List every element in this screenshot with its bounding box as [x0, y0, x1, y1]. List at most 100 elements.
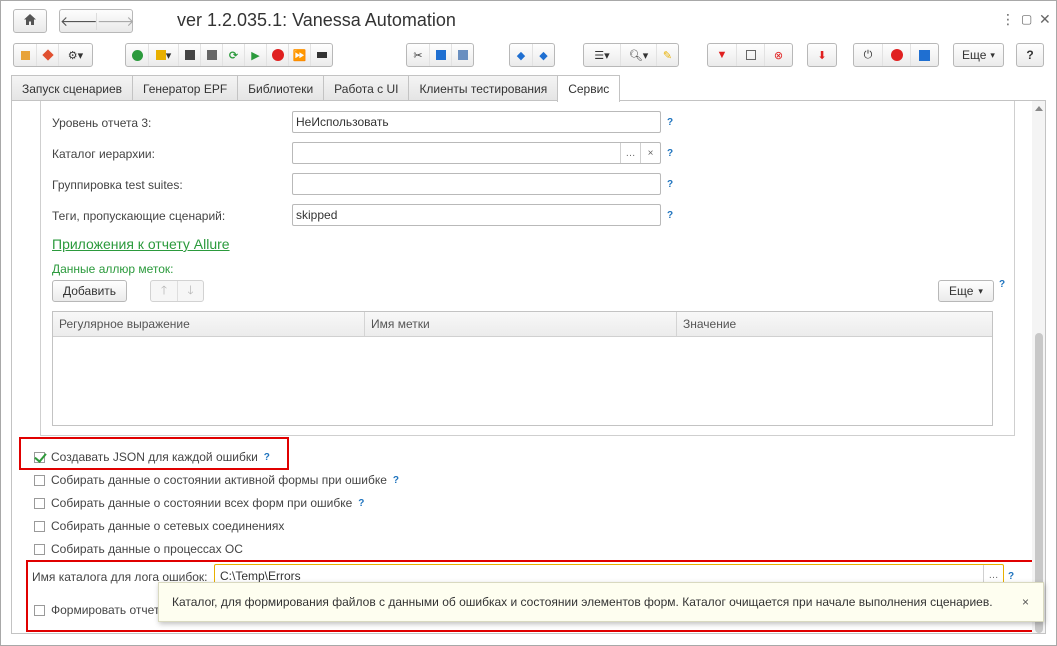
toolbar-group-3: ✂: [406, 43, 474, 67]
clear-field-icon[interactable]: ×: [640, 143, 660, 163]
checkbox-unchecked-icon[interactable]: [34, 520, 45, 532]
toolbar-more-button[interactable]: Еще ▾: [953, 43, 1004, 67]
stop-record-icon[interactable]: [910, 44, 938, 66]
checkbox-unchecked-icon[interactable]: [34, 543, 45, 555]
allure-labels-table[interactable]: Регулярное выражение Имя метки Значение: [52, 311, 993, 426]
report-level3-field[interactable]: НеИспользовать: [292, 111, 661, 133]
scroll-up-icon[interactable]: [1035, 106, 1043, 111]
add-button[interactable]: Добавить: [52, 280, 128, 302]
tooltip: Каталог, для формирования файлов с данны…: [158, 582, 1044, 622]
toolbar-group-2: ▾ ⟳ ▶ ⏩: [125, 43, 333, 67]
column-label-name[interactable]: Имя метки: [365, 312, 677, 336]
step-icon[interactable]: [310, 44, 332, 66]
skip-tags-help[interactable]: ?: [667, 210, 673, 221]
group-border-right: [1014, 101, 1015, 436]
refresh-icon[interactable]: ⟳: [222, 44, 244, 66]
chevron-down-icon: ▾: [990, 49, 995, 60]
tab-run-scenarios[interactable]: Запуск сценариев: [11, 75, 134, 101]
collapse-icon[interactable]: ▼: [708, 44, 736, 66]
group-border-bottom: [40, 435, 1015, 436]
window-menu-icon[interactable]: ⋮: [1001, 11, 1015, 28]
list-dropdown-icon[interactable]: ☰▾: [584, 44, 620, 66]
tab-strip: Запуск сценариев Генератор EPF Библиотек…: [11, 75, 621, 102]
close-icon[interactable]: ×: [1022, 595, 1029, 609]
move-buttons: 🡑 🡓: [150, 280, 204, 302]
copy-icon[interactable]: [429, 44, 451, 66]
settings-dropdown-icon[interactable]: ⚙▾: [58, 44, 92, 66]
cut-icon[interactable]: ✂: [407, 44, 429, 66]
add-icon[interactable]: [126, 44, 148, 66]
vertical-scrollbar[interactable]: [1032, 101, 1045, 633]
group-border-left: [40, 101, 41, 436]
chevron-down-icon: ▾: [978, 285, 983, 296]
tab-epf-generator[interactable]: Генератор EPF: [132, 75, 239, 101]
home-button[interactable]: [13, 9, 47, 33]
save-icon[interactable]: [178, 44, 200, 66]
tab-test-clients[interactable]: Клиенты тестирования: [408, 75, 559, 101]
checkbox-unchecked-icon[interactable]: [34, 497, 45, 509]
group-test-suites-field[interactable]: [292, 173, 661, 195]
toolbar-more-label: Еще: [962, 48, 987, 62]
group-test-suites-help[interactable]: ?: [667, 179, 673, 190]
move-up-icon[interactable]: 🡑: [151, 281, 177, 301]
open-file-icon[interactable]: ▾: [148, 44, 178, 66]
column-value[interactable]: Значение: [677, 312, 992, 336]
checkbox-network[interactable]: Собирать данные о сетевых соединениях: [34, 519, 284, 533]
allure-attachments-link[interactable]: Приложения к отчету Allure: [52, 236, 230, 252]
minimize-icon[interactable]: ▢: [1021, 12, 1032, 26]
select-ellipsis-icon[interactable]: …: [620, 143, 640, 163]
checkbox-all-forms[interactable]: Собирать данные о состоянии всех форм пр…: [34, 496, 364, 510]
git-icon[interactable]: [36, 44, 58, 66]
move-down-icon[interactable]: 🡓: [177, 281, 203, 301]
clear-icon[interactable]: ✎: [656, 44, 678, 66]
checkbox-network-label: Собирать данные о сетевых соединениях: [51, 519, 285, 533]
tab-libraries[interactable]: Библиотеки: [237, 75, 325, 101]
back-arrow-icon[interactable]: 🡐: [60, 13, 98, 30]
checkbox-unchecked-icon[interactable]: [34, 474, 45, 486]
table-help[interactable]: ?: [999, 279, 1005, 290]
run-icon[interactable]: ▶: [244, 44, 266, 66]
forward-arrow-icon[interactable]: 🡒: [96, 12, 135, 30]
table-icon[interactable]: [736, 44, 764, 66]
highlight-json-checkbox: [19, 437, 289, 470]
tooltip-text: Каталог, для формирования файлов с данны…: [172, 595, 993, 609]
toolbar-help-button[interactable]: ?: [1016, 43, 1044, 67]
checkbox-processes[interactable]: Собирать данные о процессах ОС: [34, 542, 243, 556]
service-panel: Уровень отчета 3: НеИспользовать ? Катал…: [11, 100, 1046, 634]
report-level3-help[interactable]: ?: [667, 117, 673, 128]
stop-icon[interactable]: [266, 44, 288, 66]
checkbox-active-form[interactable]: Собирать данные о состоянии активной фор…: [34, 473, 399, 487]
checkbox-processes-label: Собирать данные о процессах ОС: [51, 542, 243, 556]
close-window-icon[interactable]: ✕: [1039, 11, 1051, 28]
run-fast-icon[interactable]: ⏩: [288, 44, 310, 66]
toolbar-group-6: ▼ ⊗: [707, 43, 793, 67]
tab-ui-work[interactable]: Работа с UI: [323, 75, 410, 101]
search-dropdown-icon[interactable]: 🔍︎▾: [620, 44, 656, 66]
checkbox-active-form-label: Собирать данные о состоянии активной фор…: [51, 473, 387, 487]
window-title: ver 1.2.035.1: Vanessa Automation: [177, 10, 456, 30]
main-toolbar: ⚙▾ ▾ ⟳ ▶ ⏩ ✂ ◆ ◆ ☰▾ 🔍︎▾ ✎ ▼ ⊗ ⬇ ⏻ Еще ▾ …: [1, 41, 1056, 71]
delete-icon[interactable]: ⊗: [764, 44, 792, 66]
hierarchy-catalog-label: Каталог иерархии:: [52, 147, 155, 161]
download-icon[interactable]: ⬇: [808, 44, 836, 66]
tree-icon[interactable]: [14, 44, 36, 66]
group-test-suites-label: Группировка test suites:: [52, 178, 183, 192]
toolbar-group-4: ◆ ◆: [509, 43, 555, 67]
report-level3-label: Уровень отчета 3:: [52, 116, 152, 130]
power-icon[interactable]: ⏻: [854, 44, 882, 66]
table-more-button[interactable]: Еще ▾: [938, 280, 994, 302]
prev-icon[interactable]: ◆: [510, 44, 532, 66]
hierarchy-catalog-field[interactable]: … ×: [292, 142, 661, 164]
save-as-icon[interactable]: [200, 44, 222, 66]
checkbox-all-forms-help[interactable]: ?: [358, 498, 364, 509]
skip-tags-field[interactable]: skipped: [292, 204, 661, 226]
column-regex[interactable]: Регулярное выражение: [53, 312, 365, 336]
record-icon[interactable]: [882, 44, 910, 66]
tab-service[interactable]: Сервис: [557, 75, 621, 102]
checkbox-active-form-help[interactable]: ?: [393, 475, 399, 486]
hierarchy-catalog-value: [293, 143, 660, 149]
next-icon[interactable]: ◆: [532, 44, 554, 66]
paste-icon[interactable]: [451, 44, 473, 66]
hierarchy-catalog-help[interactable]: ?: [667, 148, 673, 159]
history-nav: 🡐 🡒: [59, 9, 135, 33]
